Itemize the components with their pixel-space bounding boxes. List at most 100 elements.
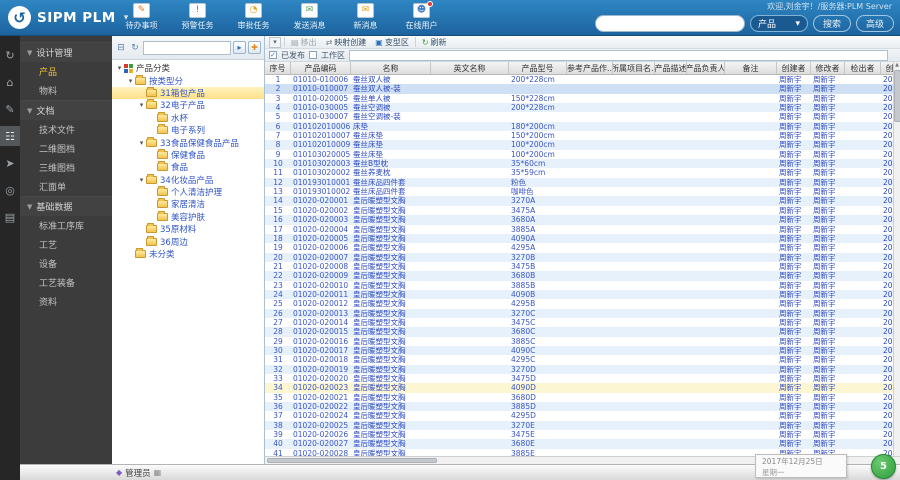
tree-node[interactable]: ▾ 34化妆品产品: [112, 173, 264, 186]
column-header-model[interactable]: 产品型号: [509, 62, 567, 74]
cell-modifier[interactable]: 周新宇: [811, 271, 845, 280]
cell-name[interactable]: 皇后暖塑型文胸: [351, 337, 431, 346]
grid-icon[interactable]: ▦: [154, 468, 162, 477]
tree-node[interactable]: ▾ 产品分类: [112, 62, 264, 74]
edit-icon[interactable]: ✎: [0, 99, 20, 119]
table-row[interactable]: 2401020-020011皇后暖塑型文胸4090B周新宇周新宇2017-1: [265, 289, 899, 300]
menu-item-产品[interactable]: 产品: [20, 62, 112, 81]
cell-name[interactable]: 蚕丝床品四件套: [351, 178, 431, 187]
cell-creator[interactable]: 周新宇: [777, 430, 811, 439]
cell-creator[interactable]: 周新宇: [777, 206, 811, 215]
search-button[interactable]: 搜索: [813, 15, 851, 32]
cell-name[interactable]: 皇后暖塑型文胸: [351, 430, 431, 439]
cell-creator[interactable]: 周新宇: [777, 318, 811, 327]
table-row[interactable]: 11010103020002蚕丝荞麦枕35*59cm周新宇周新宇2017-1: [265, 168, 899, 177]
cell-name[interactable]: 皇后暖塑型文胸: [351, 318, 431, 327]
cell-modifier[interactable]: 周新宇: [811, 215, 845, 224]
table-row[interactable]: 3601020-020022皇后暖塑型文胸3885D周新宇周新宇2017-1: [265, 402, 899, 412]
cell-name[interactable]: 蚕丝双人被-装: [351, 84, 431, 93]
cell-name[interactable]: 蚕丝床垫: [351, 150, 431, 159]
menu-section-header[interactable]: ▼ 文档: [20, 100, 112, 120]
cell-name[interactable]: 皇后暖塑型文胸: [351, 281, 431, 290]
cell-creator[interactable]: 周新宇: [777, 150, 811, 159]
cell-modifier[interactable]: 周新宇: [811, 122, 845, 131]
cell-modifier[interactable]: 周新宇: [811, 243, 845, 252]
cell-modifier[interactable]: 周新宇: [811, 337, 845, 346]
topnav-item[interactable]: ! 预警任务: [174, 3, 221, 31]
cell-creator[interactable]: 周新宇: [777, 355, 811, 364]
tree-node[interactable]: ▾ 33食品保健食品产品: [112, 136, 264, 149]
cell-creator[interactable]: 周新宇: [777, 94, 811, 103]
cell-name[interactable]: 蚕丝B型枕: [351, 159, 431, 168]
cell-modifier[interactable]: 周新宇: [811, 94, 845, 103]
tree-node[interactable]: 35原材料: [112, 223, 264, 235]
tree-caret-icon[interactable]: ▾: [126, 77, 135, 85]
table-row[interactable]: 7010102010007蚕丝床垫150*200cm周新宇周新宇2017-1: [265, 131, 899, 140]
advanced-search-button[interactable]: 高级: [856, 15, 894, 32]
cell-creator[interactable]: 周新宇: [777, 75, 811, 84]
table-row[interactable]: 3201020-020019皇后暖塑型文胸3270D周新宇周新宇2017-1: [265, 364, 899, 374]
tree-node[interactable]: 31箱包产品: [112, 86, 264, 100]
home-icon[interactable]: ⌂: [0, 72, 20, 92]
table-row[interactable]: 2901020-020016皇后暖塑型文胸3885C周新宇周新宇2017-1: [265, 337, 899, 346]
cell-creator[interactable]: 周新宇: [777, 374, 811, 383]
table-row[interactable]: 1801020-020005皇后暖塑型文胸4090A周新宇周新宇2017-1: [265, 233, 899, 244]
cell-name[interactable]: 皇后暖塑型文胸: [351, 439, 431, 448]
published-checkbox[interactable]: ✓: [269, 51, 277, 59]
tree-node[interactable]: 美容护肤: [112, 210, 264, 223]
table-row[interactable]: 3901020-020026皇后暖塑型文胸3475E周新宇周新宇2017-1: [265, 430, 899, 439]
menu-item-标准工序库[interactable]: 标准工序库: [20, 216, 112, 235]
cell-creator[interactable]: 周新宇: [777, 299, 811, 308]
column-header-en[interactable]: 英文名称: [431, 62, 509, 74]
cell-modifier[interactable]: 周新宇: [811, 309, 845, 318]
cell-modifier[interactable]: 周新宇: [811, 374, 845, 383]
column-header-note[interactable]: 备注: [725, 62, 777, 74]
cell-name[interactable]: 皇后暖塑型文胸: [351, 262, 431, 271]
cell-name[interactable]: 皇后暖塑型文胸: [351, 271, 431, 280]
cell-modifier[interactable]: 周新宇: [811, 327, 845, 336]
cell-creator[interactable]: 周新宇: [777, 421, 811, 430]
cell-name[interactable]: 皇后暖塑型文胸: [351, 402, 431, 411]
menu-item-技术文件[interactable]: 技术文件: [20, 120, 112, 139]
cell-modifier[interactable]: 周新宇: [811, 159, 845, 168]
table-row[interactable]: 9010103020005蚕丝床垫100*200cm周新宇周新宇2017-1: [265, 150, 899, 159]
table-row[interactable]: 2201020-020009皇后暖塑型文胸3680B周新宇周新宇2017-1: [265, 271, 899, 281]
移出-button[interactable]: ▤ 移出: [288, 36, 320, 48]
cell-name[interactable]: 皇后暖塑型文胸: [351, 290, 431, 299]
cell-modifier[interactable]: 周新宇: [811, 281, 845, 290]
cell-creator[interactable]: 周新宇: [777, 243, 811, 252]
table-row[interactable]: 12010193010001蚕丝床品四件套粉色周新宇周新宇2017-1: [265, 177, 899, 188]
tree-node[interactable]: 36周边: [112, 235, 264, 248]
cell-modifier[interactable]: 周新宇: [811, 150, 845, 159]
topnav-item[interactable]: ✉ 发送消息: [286, 3, 333, 31]
scroll-up-arrow[interactable]: ▲: [894, 62, 900, 69]
tree-caret-icon[interactable]: ▾: [137, 176, 146, 184]
table-row[interactable]: 6010102010006床垫180*200cm周新宇周新宇2017-1: [265, 121, 899, 132]
table-row[interactable]: 13010193010002蚕丝床品四件套咖啡色周新宇周新宇2017-1: [265, 187, 899, 196]
cell-modifier[interactable]: 周新宇: [811, 411, 845, 420]
cell-name[interactable]: 蚕丝空调被-装: [351, 112, 431, 121]
table-row[interactable]: 10010103020003蚕丝B型枕35*60cm周新宇周新宇2017-1: [265, 159, 899, 169]
menu-item-工艺装备[interactable]: 工艺装备: [20, 273, 112, 292]
tree-caret-icon[interactable]: ▾: [137, 101, 146, 109]
table-row[interactable]: 3701020-020024皇后暖塑型文胸4295D周新宇周新宇2017-1: [265, 411, 899, 420]
vertical-scrollbar-thumb[interactable]: [894, 70, 900, 122]
horizontal-scrollbar-thumb[interactable]: [267, 458, 437, 463]
tree-node[interactable]: ▾ 按类型分: [112, 74, 264, 87]
cell-name[interactable]: 皇后暖塑型文胸: [351, 206, 431, 215]
table-row[interactable]: 101010-010006蚕丝双人被200*228cm周新宇周新宇2017-1: [265, 75, 899, 84]
cell-creator[interactable]: 周新宇: [777, 411, 811, 420]
topnav-item[interactable]: ☻ 在线用户: [398, 1, 445, 31]
cell-creator[interactable]: 周新宇: [777, 178, 811, 187]
column-header-name[interactable]: 名称: [351, 62, 431, 74]
cell-creator[interactable]: 周新宇: [777, 262, 811, 271]
cell-modifier[interactable]: 周新宇: [811, 290, 845, 299]
tree-node[interactable]: 水杯: [112, 111, 264, 124]
table-row[interactable]: 4001020-020027皇后暖塑型文胸3680E周新宇周新宇2017-1: [265, 439, 899, 449]
cell-name[interactable]: 皇后暖塑型文胸: [351, 383, 431, 392]
cell-name[interactable]: 蚕丝荞麦枕: [351, 168, 431, 177]
table-row[interactable]: 1401020-020001皇后暖塑型文胸3270A周新宇周新宇2017-1: [265, 196, 899, 206]
变型区-button[interactable]: ▣ 变型区: [372, 36, 412, 48]
cell-name[interactable]: 皇后暖塑型文胸: [351, 346, 431, 355]
database-icon[interactable]: ☷: [0, 126, 20, 146]
